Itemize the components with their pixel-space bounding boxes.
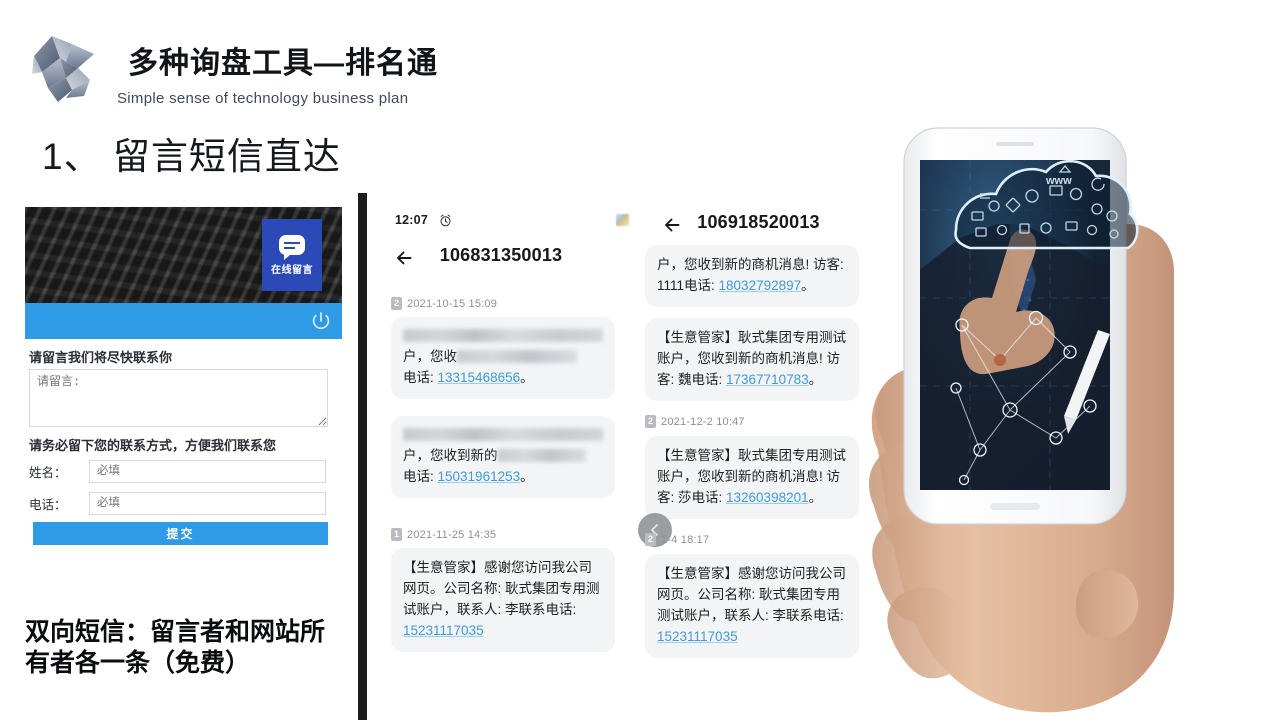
hero-background-image: 在线留言 — [25, 207, 342, 303]
phone-field-row: 电话： — [29, 491, 326, 515]
message-timestamp: 2 2021-10-15 15:09 — [391, 297, 497, 310]
phone-field-label: 电话： — [29, 497, 67, 512]
sms-sender-number: 106918520013 — [697, 212, 820, 232]
sms-sender-number: 106831350013 — [439, 245, 563, 265]
sms-screenshots-region: 12:07 106831350013 2 2021-10-15 15:09 户，… — [358, 193, 868, 720]
phone-number-link[interactable]: 13315468656 — [438, 370, 521, 385]
page-subtitle: Simple sense of technology business plan — [117, 90, 409, 107]
polygon-crystal-logo — [26, 28, 104, 110]
phone-number-link[interactable]: 18032792897 — [719, 278, 802, 293]
redacted-text — [403, 329, 603, 342]
online-message-tab[interactable]: 在线留言 — [262, 219, 322, 291]
form-body: 请留言我们将尽快联系你 请务必留下您的联系方式，方便我们联系您 姓名： 电话： … — [25, 339, 342, 550]
sim-badge: 2 — [391, 297, 402, 310]
name-input[interactable] — [89, 459, 326, 483]
sim-badge: 2 — [645, 415, 656, 428]
screenshot-edge-strip — [358, 193, 367, 720]
phone-number-link[interactable]: 17367710783 — [726, 372, 809, 387]
sms-title-bar-left: 106831350013 — [367, 241, 635, 275]
phone-number-link[interactable]: 15031961253 — [438, 469, 521, 484]
sms-message-bubble: 【生意管家】耿式集团专用测试账户，您收到新的商机消息! 访客: 魏电话: 173… — [645, 318, 859, 401]
sim-badge: 1 — [391, 528, 402, 541]
section-heading: 1、 留言短信直达 — [42, 136, 341, 177]
alarm-clock-icon — [439, 214, 452, 227]
slide-header: 多种询盘工具—排名通 Simple sense of technology bu… — [0, 0, 1280, 120]
contact-prompt-label: 请务必留下您的联系方式，方便我们联系您 — [29, 438, 277, 453]
sms-message-bubble: 户，您收到新的 电话: 15031961253。 — [391, 416, 615, 498]
phone-number-link[interactable]: 15231117035 — [657, 629, 738, 644]
sim-badge: 2 — [645, 533, 656, 546]
power-icon[interactable] — [310, 310, 332, 332]
message-timestamp: 2 1-4 18:17 — [645, 533, 709, 546]
sms-message-bubble: 【生意管家】感谢您访问我公司网页。公司名称: 耿式集团专用测试账户，联系人: 李… — [391, 548, 615, 652]
message-textarea[interactable] — [29, 369, 328, 427]
message-timestamp: 1 2021-11-25 14:35 — [391, 528, 496, 541]
sms-message-bubble: 户，您收 电话: 13315468656。 — [391, 317, 615, 399]
page-title: 多种询盘工具—排名通 — [128, 47, 438, 80]
form-toolbar — [25, 303, 342, 339]
name-field-row: 姓名： — [29, 459, 326, 483]
submit-button[interactable]: 提交 — [33, 522, 328, 545]
message-prompt-label: 请留言我们将尽快联系你 — [29, 350, 173, 365]
message-timestamp: 2 2021-12-2 10:47 — [645, 415, 745, 428]
redacted-text — [497, 449, 586, 462]
sms-thread-right: 106918520013 户，您收到新的商机消息! 访客: 1111电话: 18… — [635, 193, 868, 720]
redacted-text — [403, 428, 603, 441]
redacted-text — [457, 350, 577, 363]
online-message-tab-label: 在线留言 — [271, 264, 313, 276]
online-message-form-card: 在线留言 请留言我们将尽快联系你 请务必留下您的联系方式，方便我们联系您 姓名：… — [25, 207, 342, 550]
sms-title-bar-right: 106918520013 — [635, 208, 868, 242]
chat-bubble-icon — [279, 234, 305, 260]
svg-text:www: www — [1045, 175, 1072, 187]
tagline-text: 双向短信：留言者和网站所有者各一条（免费） — [25, 618, 326, 678]
sms-message-bubble: 【生意管家】感谢您访问我公司网页。公司名称: 耿式集团专用测试账户，联系人: 李… — [645, 554, 859, 658]
phone-number-link[interactable]: 13260398201 — [726, 490, 809, 505]
sms-thread-left: 12:07 106831350013 2 2021-10-15 15:09 户，… — [367, 193, 635, 720]
sms-message-bubble: 户，您收到新的商机消息! 访客: 1111电话: 18032792897。 — [645, 245, 859, 307]
sms-message-bubble: 【生意管家】耿式集团专用测试账户，您收到新的商机消息! 访客: 莎电话: 132… — [645, 436, 859, 519]
name-field-label: 姓名： — [29, 465, 67, 480]
hand-holding-smartphone-cloud-tech-photo: www — [860, 120, 1280, 720]
status-bar-time: 12:07 — [395, 213, 428, 227]
phone-input[interactable] — [89, 491, 326, 515]
signal-indicator-icon — [616, 214, 629, 226]
sms-status-bar-left: 12:07 — [367, 213, 635, 233]
phone-number-link[interactable]: 15231117035 — [403, 623, 484, 638]
